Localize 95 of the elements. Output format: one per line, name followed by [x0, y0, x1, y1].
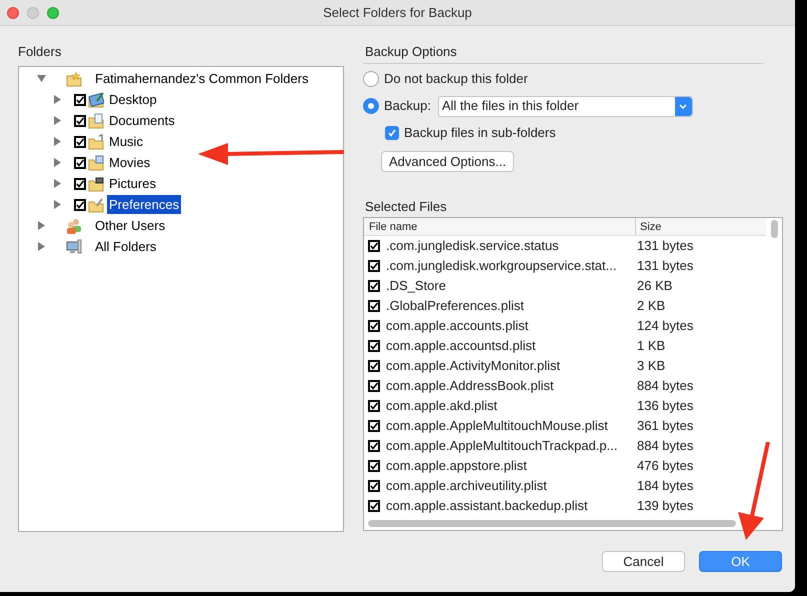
- checkbox[interactable]: [74, 198, 86, 210]
- backup-dropdown[interactable]: All the files in this folder: [438, 96, 693, 116]
- checkbox[interactable]: [368, 320, 380, 332]
- expand-triangle-icon[interactable]: [53, 179, 62, 188]
- checkbox[interactable]: [368, 440, 380, 452]
- expand-triangle-icon[interactable]: [53, 137, 62, 146]
- checkbox[interactable]: [368, 280, 380, 292]
- checkbox-label: Backup files in sub-folders: [404, 124, 556, 142]
- file-size-cell-text: 131 bytes: [637, 237, 694, 256]
- checkbox[interactable]: [368, 260, 380, 272]
- file-name-cell-text: .GlobalPreferences.plist: [386, 297, 526, 316]
- tree-item[interactable]: Documents: [107, 111, 177, 130]
- file-name-cell-text: com.apple.AppleMultitouchTrackpad.p...: [386, 437, 618, 456]
- folder-icon: [88, 134, 104, 150]
- expand-triangle-icon[interactable]: [53, 116, 62, 125]
- file-size-cell-text: 139 bytes: [637, 497, 694, 516]
- tree-item[interactable]: Preferences: [107, 195, 182, 214]
- vertical-scrollbar[interactable]: [771, 220, 778, 238]
- file-name-cell-text: com.apple.AddressBook.plist: [386, 377, 555, 396]
- checkbox[interactable]: [368, 380, 380, 392]
- radio-label: Backup:: [384, 97, 431, 116]
- cancel-button[interactable]: Cancel: [602, 551, 685, 572]
- file-name-cell-text: .com.jungledisk.workgroupservice.stat...: [386, 257, 618, 276]
- column-header[interactable]: File name: [364, 218, 636, 235]
- advanced-options-button[interactable]: Advanced Options...: [381, 151, 514, 172]
- checkbox[interactable]: [368, 360, 380, 372]
- computer-icon: [66, 238, 82, 254]
- checkbox[interactable]: [368, 340, 380, 352]
- checkbox[interactable]: [368, 420, 380, 432]
- tree-item[interactable]: Pictures: [107, 174, 158, 193]
- folders-label: Folders: [18, 44, 62, 60]
- folder-icon: [88, 112, 104, 128]
- file-name-cell-text: com.apple.assistant.backedup.plist: [386, 497, 589, 516]
- folder-icon: [88, 176, 104, 192]
- checkbox[interactable]: [368, 500, 380, 512]
- checkmark-icon: [387, 128, 397, 138]
- section-title: Selected Files: [364, 199, 448, 215]
- section-title: Backup Options: [363, 44, 763, 64]
- file-name-cell-text: com.apple.ActivityMonitor.plist: [386, 357, 562, 376]
- checkbox[interactable]: [385, 126, 399, 140]
- checkbox[interactable]: [74, 136, 86, 148]
- checkbox[interactable]: [368, 240, 380, 252]
- file-name-cell-text: .com.jungledisk.service.status: [386, 237, 560, 256]
- window-title: Select Folders for Backup: [323, 4, 472, 22]
- file-size-cell-text: 3 KB: [637, 357, 666, 376]
- folder-icon: [88, 92, 104, 108]
- column-header[interactable]: Size: [636, 218, 662, 235]
- expand-triangle-icon[interactable]: [53, 95, 62, 104]
- expand-triangle-icon[interactable]: [37, 221, 46, 230]
- folder-icon: [66, 70, 82, 86]
- file-name-cell-text: .DS_Store: [386, 277, 447, 296]
- checkbox[interactable]: [368, 300, 380, 312]
- file-name-cell-text: com.apple.appstore.plist: [386, 457, 528, 476]
- file-size-cell-text: 476 bytes: [637, 457, 694, 476]
- checkbox[interactable]: [368, 460, 380, 472]
- file-name-cell-text: com.apple.accounts.plist: [386, 317, 530, 336]
- tree-item[interactable]: Movies: [107, 153, 152, 172]
- checkbox[interactable]: [74, 94, 86, 106]
- file-size-cell-text: 884 bytes: [637, 437, 694, 456]
- file-size-cell-text: 131 bytes: [637, 257, 694, 276]
- tree-item[interactable]: Desktop: [107, 90, 159, 109]
- checkbox[interactable]: [368, 400, 380, 412]
- file-name-cell-text: com.apple.akd.plist: [386, 397, 498, 416]
- file-size-cell-text: 136 bytes: [637, 397, 694, 416]
- file-size-cell-text: 884 bytes: [637, 377, 694, 396]
- collapse-triangle-icon[interactable]: [37, 74, 46, 83]
- tree-item[interactable]: All Folders: [93, 237, 158, 256]
- checkbox[interactable]: [74, 156, 86, 168]
- tree-item[interactable]: Music: [107, 132, 145, 151]
- file-name-cell-text: com.apple.archiveutility.plist: [386, 477, 548, 496]
- close-window-button[interactable]: [7, 6, 19, 18]
- tree-item[interactable]: Fatimahernandez's Common Folders: [93, 69, 310, 88]
- folder-icon: [88, 196, 104, 212]
- radio-button[interactable]: [363, 71, 379, 87]
- radio-label: Do not backup this folder: [384, 70, 528, 88]
- file-size-cell-text: 184 bytes: [637, 477, 694, 496]
- file-name-cell-text: com.apple.accountsd.plist: [386, 337, 537, 356]
- users-icon: [66, 218, 82, 234]
- checkbox[interactable]: [74, 114, 86, 126]
- horizontal-scrollbar[interactable]: [368, 520, 736, 527]
- checkbox[interactable]: [368, 480, 380, 492]
- file-size-cell-text: 26 KB: [637, 277, 672, 296]
- folder-icon: [88, 154, 104, 170]
- checkbox[interactable]: [74, 178, 86, 190]
- file-size-cell-text: 361 bytes: [637, 417, 694, 436]
- expand-triangle-icon[interactable]: [37, 242, 46, 251]
- radio-button[interactable]: [363, 98, 379, 114]
- tree-item[interactable]: Other Users: [93, 216, 168, 235]
- expand-triangle-icon[interactable]: [53, 158, 62, 167]
- file-size-cell-text: 2 KB: [637, 297, 666, 316]
- file-size-cell-text: 124 bytes: [637, 317, 694, 336]
- expand-triangle-icon[interactable]: [53, 200, 62, 209]
- file-name-cell-text: com.apple.AppleMultitouchMouse.plist: [386, 417, 609, 436]
- caret-icon: [679, 104, 688, 108]
- file-size-cell-text: 1 KB: [637, 337, 666, 356]
